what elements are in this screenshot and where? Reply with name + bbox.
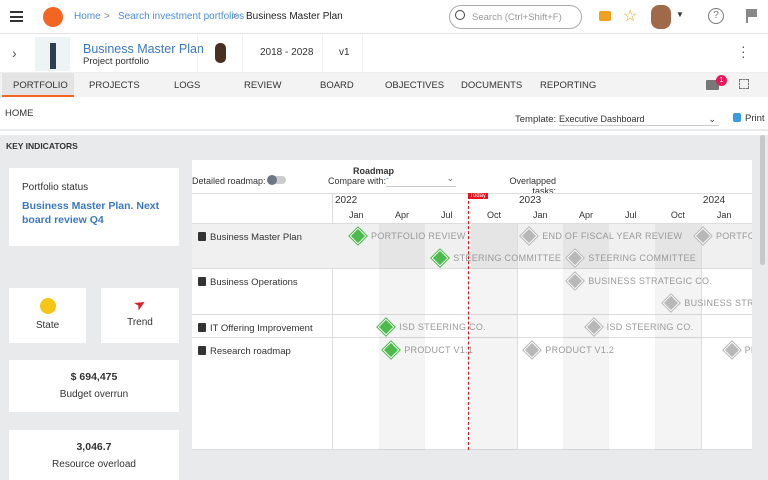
quarter-label: Jan bbox=[349, 210, 364, 220]
roadmap-row-label[interactable]: Business Master Plan bbox=[198, 232, 302, 243]
breadcrumb-search[interactable]: Search investment portfolios bbox=[118, 11, 244, 22]
breadcrumb-separator: > bbox=[232, 11, 238, 22]
quarter-shade bbox=[378, 224, 425, 450]
key-indicators-bar bbox=[0, 135, 768, 157]
tab-logs[interactable]: LOGS bbox=[174, 80, 200, 91]
roadmap-row-label[interactable]: IT Offering Improvement bbox=[198, 323, 313, 334]
milestone-label[interactable]: ISD STEERING CO. bbox=[399, 322, 486, 332]
resource-label: Resource overload bbox=[52, 459, 136, 470]
trend-card[interactable]: ➤ Trend bbox=[101, 288, 179, 343]
budget-value: $ 694,475 bbox=[70, 371, 118, 383]
section-title: HOME bbox=[5, 108, 34, 119]
tab-documents[interactable]: DOCUMENTS bbox=[461, 80, 522, 91]
portfolio-version: v1 bbox=[339, 47, 350, 58]
divider bbox=[0, 129, 768, 131]
chevron-down-icon: ⌄ bbox=[708, 114, 716, 124]
milestone-label[interactable]: PORTFOLIO REVIEW bbox=[371, 231, 466, 241]
portfolio-period: 2018 - 2028 bbox=[260, 47, 314, 58]
milestone-label[interactable]: PRODUCT V1.2 bbox=[545, 345, 614, 355]
breadcrumb-separator: > bbox=[104, 11, 110, 22]
tab-reporting[interactable]: REPORTING bbox=[540, 80, 596, 91]
year-label: 2022 bbox=[335, 195, 358, 206]
notification-badge: 1 bbox=[716, 75, 727, 86]
quarter-label: Apr bbox=[394, 210, 409, 220]
resource-card[interactable]: 3,046.7 Resource overload bbox=[9, 430, 179, 480]
status-title: Portfolio status bbox=[22, 182, 89, 193]
menu-icon[interactable] bbox=[10, 11, 23, 22]
today-line bbox=[467, 196, 469, 450]
mail-icon[interactable] bbox=[599, 11, 611, 21]
quarter-label: Oct bbox=[486, 210, 501, 220]
roadmap-row-label[interactable]: Business Operations bbox=[198, 277, 298, 288]
quarter-label: Jul bbox=[624, 210, 637, 220]
quarter-label: Jul bbox=[440, 210, 453, 220]
owner-avatar[interactable] bbox=[215, 43, 226, 63]
breadcrumb-home[interactable]: Home bbox=[74, 11, 101, 22]
state-label: State bbox=[35, 320, 60, 331]
key-indicators-title: KEY INDICATORS bbox=[6, 141, 78, 151]
quarter-label: Jan bbox=[716, 210, 732, 220]
divider bbox=[322, 35, 323, 73]
search-icon bbox=[455, 10, 465, 20]
search-placeholder: Search (Ctrl+Shift+F) bbox=[472, 12, 562, 23]
help-icon[interactable]: ? bbox=[708, 8, 724, 24]
print-icon[interactable] bbox=[733, 113, 741, 122]
print-button[interactable]: Print bbox=[745, 113, 765, 124]
milestone-label[interactable]: STEERING COMMITTEE bbox=[588, 253, 696, 263]
year-label: 2024 bbox=[702, 195, 726, 206]
app-logo[interactable] bbox=[43, 7, 63, 27]
roadmap-row-label[interactable]: Research roadmap bbox=[198, 346, 291, 357]
tab-board[interactable]: BOARD bbox=[320, 80, 354, 91]
year-label: 2023 bbox=[518, 195, 542, 206]
template-select[interactable]: Executive Dashboard ⌄ bbox=[559, 111, 719, 126]
milestone-label[interactable]: STEERING COMMITTEE bbox=[453, 253, 561, 263]
today-label: Today bbox=[467, 193, 488, 199]
divider bbox=[197, 35, 198, 73]
template-label: Template: bbox=[515, 114, 557, 125]
fullscreen-icon[interactable] bbox=[739, 79, 749, 89]
state-indicator-icon bbox=[39, 298, 56, 314]
milestone-label[interactable]: PORTFOLIO REVIEW bbox=[716, 231, 752, 241]
milestone-label[interactable]: PRODUCT bbox=[745, 345, 752, 355]
tab-review[interactable]: REVIEW bbox=[244, 80, 281, 91]
avatar[interactable] bbox=[651, 5, 671, 29]
quarter-label: Apr bbox=[578, 210, 593, 220]
portfolio-status-card: Portfolio status Business Master Plan. N… bbox=[9, 168, 179, 246]
budget-label: Budget overrun bbox=[59, 389, 129, 400]
search-input[interactable]: Search (Ctrl+Shift+F) bbox=[449, 5, 582, 29]
flag-icon[interactable] bbox=[746, 9, 757, 23]
roadmap-panel: Roadmap Detailed roadmap: Compare with: … bbox=[192, 160, 752, 450]
scrollbar[interactable] bbox=[760, 135, 765, 265]
milestone-label[interactable]: BUSINESS STRATEGIC CO. bbox=[684, 298, 752, 308]
more-options-icon[interactable]: · · · bbox=[741, 39, 746, 63]
budget-card[interactable]: $ 694,475 Budget overrun bbox=[9, 360, 179, 412]
tab-objectives[interactable]: OBJECTIVES bbox=[385, 80, 444, 91]
portfolio-image bbox=[35, 37, 70, 71]
chevron-down-icon[interactable]: ▼ bbox=[676, 10, 684, 19]
status-text: Business Master Plan. Next board review … bbox=[22, 200, 160, 226]
chevron-right-icon[interactable]: › bbox=[12, 45, 17, 61]
star-icon[interactable]: ☆ bbox=[623, 6, 637, 26]
quarter-label: Jan bbox=[532, 210, 548, 220]
portfolio-subtitle: Project portfolio bbox=[83, 56, 150, 67]
portfolio-title[interactable]: Business Master Plan bbox=[83, 42, 204, 56]
template-value: Executive Dashboard bbox=[559, 114, 645, 124]
resource-value: 3,046.7 bbox=[76, 441, 112, 453]
milestone-label[interactable]: PRODUCT V1.1 bbox=[404, 345, 473, 355]
milestone-label[interactable]: ISD STEERING CO. bbox=[607, 322, 694, 332]
milestone-label[interactable]: END OF FISCAL YEAR REVIEW bbox=[542, 231, 682, 241]
breadcrumb-current: Business Master Plan bbox=[246, 11, 343, 22]
state-card[interactable]: State bbox=[9, 288, 86, 343]
divider bbox=[242, 35, 243, 73]
tab-portfolio[interactable]: PORTFOLIO bbox=[13, 80, 68, 91]
year-line bbox=[700, 224, 702, 450]
quarter-label: Oct bbox=[670, 210, 685, 220]
milestone-label[interactable]: BUSINESS STRATEGIC CO. bbox=[588, 276, 712, 286]
tab-projects[interactable]: PROJECTS bbox=[89, 80, 140, 91]
divider bbox=[362, 35, 363, 73]
